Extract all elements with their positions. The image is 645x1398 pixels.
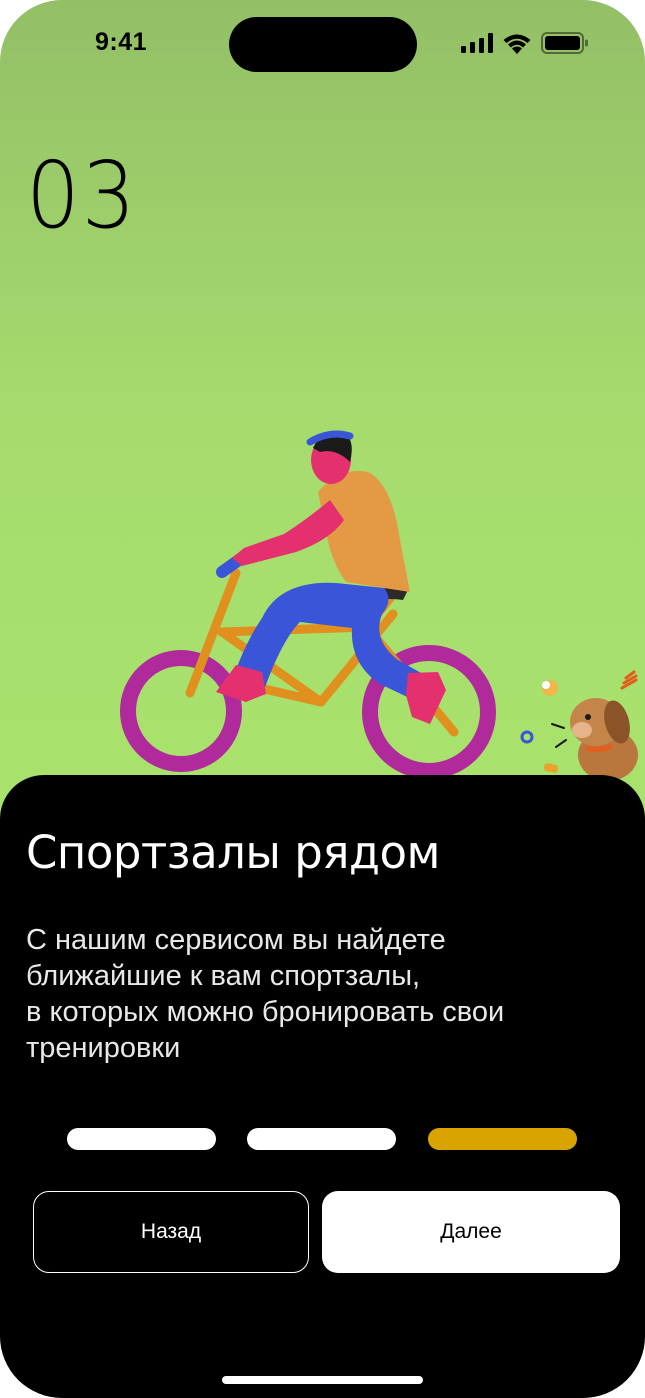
cyclist-illustration — [120, 430, 638, 789]
next-button[interactable]: Далее — [322, 1191, 620, 1273]
description-line: в которых можно бронировать свои — [26, 996, 505, 1028]
page-dot-1 — [67, 1128, 216, 1150]
onboarding-title: Спортзалы рядом — [26, 826, 440, 879]
back-button-label: Назад — [140, 1220, 202, 1243]
cellular-signal-icon — [461, 33, 493, 53]
phone-screen: 9:41 03 Спортзалы рядом С нашим сервисом… — [0, 0, 645, 1398]
next-button-label: Далее — [440, 1220, 502, 1243]
page-dot-3-active — [428, 1128, 577, 1150]
battery-icon — [541, 32, 588, 54]
page-dot-2 — [247, 1128, 396, 1150]
description-line: тренировки — [26, 1032, 181, 1064]
page-indicator — [67, 1128, 577, 1150]
back-button[interactable]: Назад — [33, 1191, 309, 1273]
description-line: С нашим сервисом вы найдете — [26, 924, 446, 956]
spring-toy — [620, 670, 638, 690]
orange-toy — [543, 763, 559, 773]
wifi-icon — [503, 34, 531, 54]
rear-wheel — [120, 650, 242, 772]
rider-arm — [232, 500, 344, 566]
blue-toy — [520, 730, 534, 744]
home-indicator — [222, 1376, 423, 1384]
description-line: ближайшие к вам спортзалы, — [26, 960, 421, 992]
motion-lines — [551, 723, 567, 748]
step-number: 03 — [26, 142, 138, 249]
status-icons — [461, 32, 589, 54]
onboarding-description: С нашим сервисом вы найдете ближайшие к … — [26, 922, 586, 1066]
dynamic-island — [229, 17, 417, 72]
status-time: 9:41 — [95, 28, 148, 56]
